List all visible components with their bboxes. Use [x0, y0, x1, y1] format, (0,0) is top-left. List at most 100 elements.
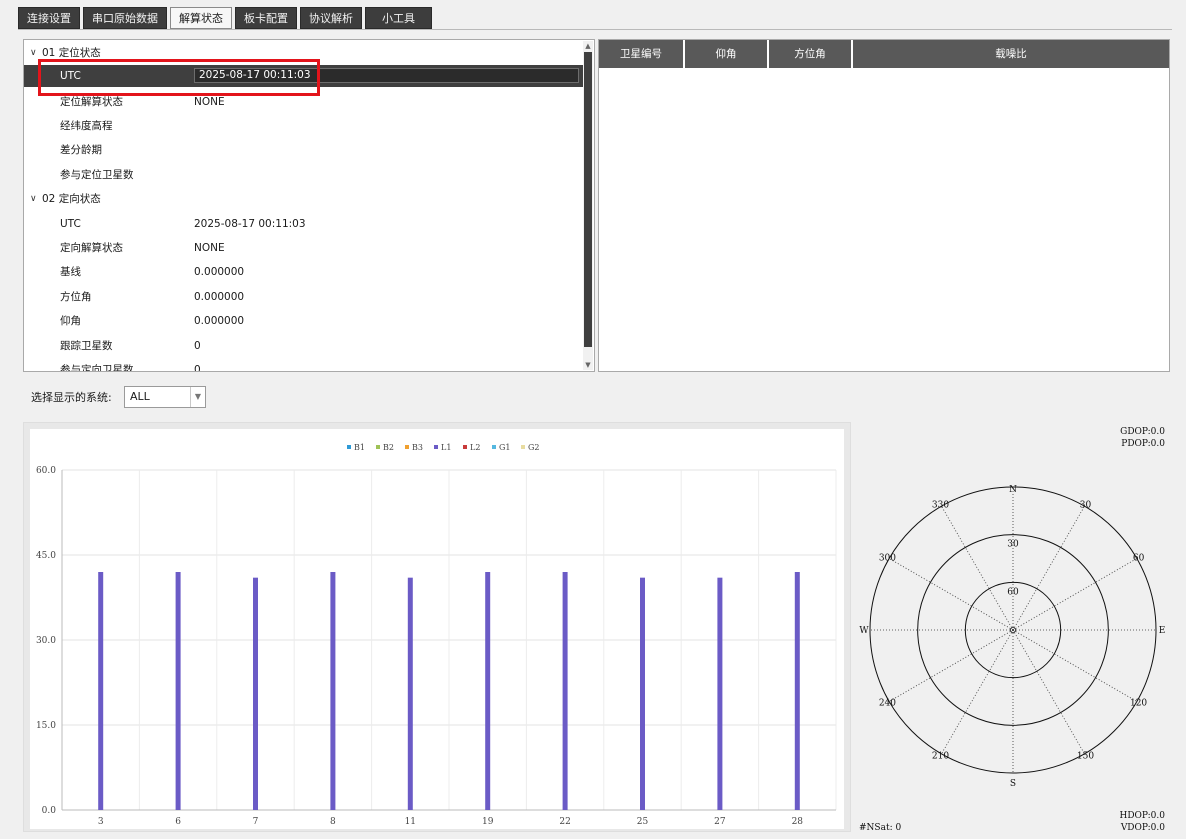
y-tick-label: 60.0 [36, 466, 56, 476]
chevron-down-icon[interactable]: ∨ [30, 42, 37, 64]
tree-row[interactable]: 方位角 0.000000 [24, 286, 584, 308]
direction-label-N: N [1009, 485, 1017, 495]
azimuth-label: 330 [932, 500, 949, 510]
tree-row[interactable]: 参与定位卫星数 [24, 164, 584, 186]
scroll-down-icon[interactable]: ▼ [583, 360, 593, 370]
utc-value-editor[interactable]: 2025-08-17 00:11:03 [194, 68, 579, 83]
tree-row[interactable]: 差分龄期 [24, 139, 584, 161]
polar-spoke [1012, 629, 1138, 702]
satellite-table[interactable]: 卫星编号 仰角 方位角 载噪比 [598, 39, 1170, 372]
tree-scrollbar[interactable]: ▲ ▼ [583, 41, 593, 370]
legend-label-B3: B3 [412, 443, 423, 452]
bar-L1-22 [562, 572, 568, 810]
legend-label-L2: L2 [470, 443, 480, 452]
y-tick-label: 15.0 [36, 721, 56, 731]
polar-spoke [941, 505, 1014, 631]
pdop-readout: PDOP:0.0 [1121, 439, 1165, 449]
x-tick-label: 25 [637, 817, 649, 827]
tree-row[interactable]: 经纬度高程 [24, 115, 584, 137]
legend-swatch-G1 [492, 445, 496, 449]
snr-bar-chart: 0.0 15.0 30.0 45.0 60.0 3 6 7 8 11 19 22 25 27 28 B1 B2 B… [23, 422, 851, 832]
x-tick-label: 8 [330, 817, 336, 827]
bar-L1-27 [717, 577, 723, 810]
status-tree-panel[interactable]: ∨ 01 定位状态 UTC 2025-08-17 00:11:03 定位解算状态… [23, 39, 595, 372]
legend-swatch-B3 [405, 445, 409, 449]
legend-label-G1: G1 [499, 443, 510, 452]
bar-L1-28 [794, 572, 800, 810]
azimuth-label: 150 [1077, 752, 1094, 762]
legend-label-L1: L1 [441, 443, 451, 452]
tab-divider [18, 29, 1172, 30]
azimuth-label: 30 [1080, 500, 1092, 510]
polar-spoke [888, 629, 1014, 702]
x-tick-label: 27 [714, 817, 726, 827]
scroll-up-icon[interactable]: ▲ [583, 41, 593, 51]
tab-solution-status[interactable]: 解算状态 [170, 7, 232, 29]
column-header-cn0[interactable]: 载噪比 [853, 40, 1169, 68]
bar-L1-25 [640, 577, 645, 810]
y-tick-label: 0.0 [42, 806, 57, 816]
elevation-label: 60 [1007, 587, 1019, 597]
direction-label-W: W [859, 626, 869, 636]
azimuth-label: 300 [879, 554, 896, 564]
tab-tools[interactable]: 小工具 [365, 7, 432, 29]
tree-row[interactable]: 定位解算状态 NONE [24, 91, 584, 113]
column-header-azimuth[interactable]: 方位角 [769, 40, 853, 68]
tree-row[interactable]: 基线 0.000000 [24, 261, 584, 283]
azimuth-label: 240 [879, 699, 896, 709]
azimuth-label: 120 [1130, 699, 1147, 709]
tab-protocol-parse[interactable]: 协议解析 [300, 7, 362, 29]
tab-connection-settings[interactable]: 连接设置 [18, 7, 80, 29]
x-tick-label: 6 [175, 817, 181, 827]
tree-row[interactable]: 参与定向卫星数 0 [24, 359, 584, 371]
tree-row-utc-selected[interactable]: UTC 2025-08-17 00:11:03 [24, 65, 584, 87]
column-header-elevation[interactable]: 仰角 [685, 40, 769, 68]
tree-row[interactable]: 仰角 0.000000 [24, 310, 584, 332]
tree-row[interactable]: UTC 2025-08-17 00:11:03 [24, 213, 584, 235]
chevron-down-icon[interactable]: ∨ [30, 188, 37, 210]
polar-spoke [1012, 629, 1085, 755]
polar-spoke [888, 558, 1014, 631]
legend-swatch-L1 [434, 445, 438, 449]
x-tick-label: 22 [559, 817, 570, 827]
chevron-down-icon[interactable]: ▼ [190, 387, 205, 407]
tab-bar: 连接设置 串口原始数据 解算状态 板卡配置 协议解析 小工具 [18, 7, 432, 29]
tab-serial-raw-data[interactable]: 串口原始数据 [83, 7, 167, 29]
satellite-table-header: 卫星编号 仰角 方位角 载噪比 [599, 40, 1169, 68]
scrollbar-thumb[interactable] [584, 52, 592, 347]
bar-chart-svg: 0.0 15.0 30.0 45.0 60.0 3 6 7 8 11 19 22 25 27 28 B1 B2 B… [30, 429, 844, 829]
azimuth-label: 60 [1133, 554, 1145, 564]
legend-label-B2: B2 [383, 443, 394, 452]
azimuth-label: 210 [932, 752, 949, 762]
system-select-label: 选择显示的系统: [31, 391, 112, 404]
tree-row[interactable]: 跟踪卫星数 0 [24, 335, 584, 357]
column-header-sat-id[interactable]: 卫星编号 [599, 40, 685, 68]
legend-label-G2: G2 [528, 443, 539, 452]
tree-group-positioning[interactable]: ∨ 01 定位状态 [24, 42, 584, 64]
vdop-readout: VDOP:0.0 [1120, 823, 1165, 833]
x-tick-label: 3 [98, 817, 104, 827]
bar-L1-6 [175, 572, 181, 810]
x-tick-label: 11 [405, 817, 416, 827]
legend-swatch-B1 [347, 445, 351, 449]
bar-L1-3 [98, 572, 104, 810]
sky-plot: N E S W 30 60 120 150 210 240 300 330 30 60 GDOP:0.0 … [855, 422, 1173, 839]
y-tick-label: 30.0 [36, 636, 56, 646]
system-select[interactable]: ALL ▼ [124, 386, 206, 408]
elevation-label: 30 [1007, 540, 1019, 550]
polar-spoke [1012, 505, 1085, 631]
polar-svg: N E S W 30 60 120 150 210 240 300 330 30 60 [859, 485, 1166, 789]
polar-spoke [1012, 558, 1138, 631]
tree-group-orientation[interactable]: ∨ 02 定向状态 [24, 188, 584, 210]
x-tick-label: 28 [792, 817, 804, 827]
tree-row[interactable]: 定向解算状态 NONE [24, 237, 584, 259]
bar-L1-11 [407, 577, 413, 810]
legend-swatch-B2 [376, 445, 380, 449]
tab-board-config[interactable]: 板卡配置 [235, 7, 297, 29]
system-select-value: ALL [130, 390, 150, 403]
legend-swatch-L2 [463, 445, 467, 449]
legend-label-B1: B1 [354, 443, 365, 452]
y-tick-label: 45.0 [36, 551, 56, 561]
direction-label-E: E [1159, 626, 1166, 636]
nsat-readout: #NSat: 0 [859, 823, 902, 833]
